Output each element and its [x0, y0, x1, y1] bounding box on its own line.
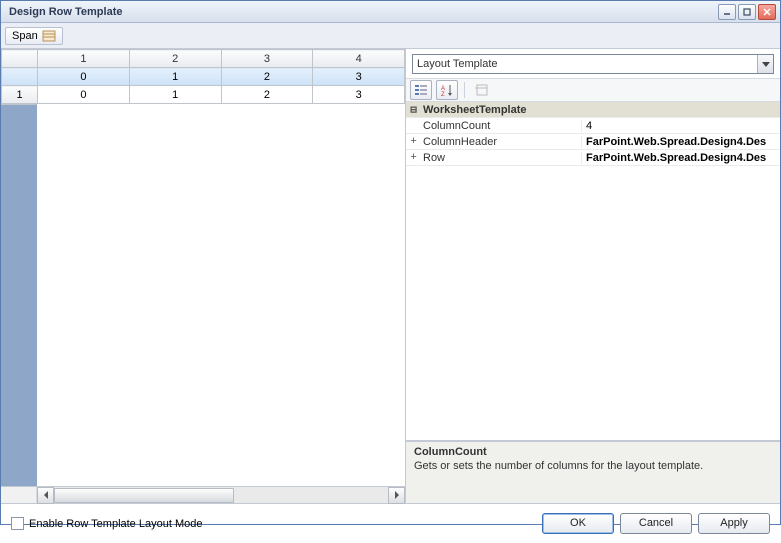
alphabetical-button[interactable]: AZ — [436, 80, 458, 100]
checkbox-box[interactable] — [11, 517, 24, 530]
horizontal-scrollbar[interactable] — [1, 486, 405, 503]
grid-cell[interactable]: 1 — [129, 86, 221, 104]
scroll-spacer — [1, 487, 37, 503]
property-name: ColumnHeader — [421, 136, 581, 148]
grid-cell[interactable]: 3 — [313, 86, 405, 104]
ok-button[interactable]: OK — [542, 513, 614, 534]
grid-sub-header[interactable]: 1 — [129, 68, 221, 86]
collapse-icon[interactable]: ⊟ — [406, 103, 421, 117]
svg-text:Z: Z — [441, 92, 445, 97]
minimize-button[interactable] — [718, 4, 736, 20]
categorized-button[interactable] — [410, 80, 432, 100]
grid-row-gutter — [1, 104, 37, 486]
template-selector[interactable]: Layout Template — [412, 54, 774, 74]
property-row[interactable]: + ColumnHeader FarPoint.Web.Spread.Desig… — [406, 134, 780, 150]
span-tool-label: Span — [12, 30, 38, 42]
main-area: 1 2 3 4 0 1 2 3 1 0 1 2 3 — [1, 49, 780, 503]
toolbar: Span — [1, 23, 780, 49]
grid-cell[interactable]: 2 — [221, 86, 313, 104]
toolbar-separator — [464, 82, 465, 98]
grid-blank-cells — [37, 104, 405, 486]
grid-col-header[interactable]: 1 — [38, 50, 130, 68]
property-name: Row — [421, 152, 581, 164]
template-selector-row: Layout Template — [406, 49, 780, 78]
property-value[interactable]: FarPoint.Web.Spread.Design4.Des — [581, 152, 780, 164]
grid-col-header[interactable]: 3 — [221, 50, 313, 68]
grid-corner[interactable] — [2, 50, 38, 68]
property-expander[interactable]: + — [406, 136, 421, 148]
maximize-icon — [742, 7, 752, 17]
bottom-bar: Enable Row Template Layout Mode OK Cance… — [1, 503, 780, 543]
grid-col-header[interactable]: 4 — [313, 50, 405, 68]
grid-empty-area — [1, 104, 405, 486]
close-icon — [762, 7, 772, 17]
chevron-down-icon — [762, 62, 770, 67]
scroll-track[interactable] — [37, 487, 405, 503]
property-pages-icon — [475, 83, 489, 97]
cancel-button[interactable]: Cancel — [620, 513, 692, 534]
grid-sub-header[interactable]: 0 — [38, 68, 130, 86]
chevron-right-icon — [394, 491, 400, 499]
design-grid[interactable]: 1 2 3 4 0 1 2 3 1 0 1 2 3 — [1, 49, 405, 104]
grid-sub-header-row: 0 1 2 3 — [2, 68, 405, 86]
grid-cell[interactable]: 0 — [38, 86, 130, 104]
grid-col-header-row: 1 2 3 4 — [2, 50, 405, 68]
property-value[interactable]: FarPoint.Web.Spread.Design4.Des — [581, 136, 780, 148]
property-pane: Layout Template AZ ⊟ WorksheetTemplate — [406, 49, 780, 503]
window-controls — [718, 4, 776, 20]
grid-row-header[interactable]: 1 — [2, 86, 38, 104]
close-button[interactable] — [758, 4, 776, 20]
titlebar: Design Row Template — [1, 1, 780, 23]
grid-col-header[interactable]: 2 — [129, 50, 221, 68]
scroll-left-button[interactable] — [37, 487, 54, 504]
property-pages-button[interactable] — [471, 80, 493, 100]
description-text: Gets or sets the number of columns for t… — [414, 460, 772, 472]
dropdown-arrow-button[interactable] — [757, 55, 773, 73]
enable-layout-mode-checkbox[interactable]: Enable Row Template Layout Mode — [11, 517, 202, 530]
scroll-thumb[interactable] — [54, 488, 234, 503]
property-name: ColumnCount — [421, 120, 581, 132]
property-row[interactable]: ColumnCount 4 — [406, 118, 780, 134]
description-title: ColumnCount — [414, 446, 772, 458]
grid-wrap: 1 2 3 4 0 1 2 3 1 0 1 2 3 — [1, 49, 405, 503]
template-selector-value: Layout Template — [413, 58, 757, 70]
property-category-name: WorksheetTemplate — [421, 104, 581, 116]
grid-data-row: 1 0 1 2 3 — [2, 86, 405, 104]
categorized-icon — [414, 83, 428, 97]
checkbox-label: Enable Row Template Layout Mode — [29, 518, 202, 530]
property-expander[interactable]: + — [406, 152, 421, 164]
alphabetical-icon: AZ — [440, 83, 454, 97]
property-category[interactable]: ⊟ WorksheetTemplate — [406, 102, 780, 118]
property-toolbar: AZ — [406, 78, 780, 102]
scroll-right-button[interactable] — [388, 487, 405, 504]
grid-pane: 1 2 3 4 0 1 2 3 1 0 1 2 3 — [1, 49, 406, 503]
property-row[interactable]: + Row FarPoint.Web.Spread.Design4.Des — [406, 150, 780, 166]
property-grid[interactable]: ⊟ WorksheetTemplate ColumnCount 4 + Colu… — [406, 102, 780, 441]
apply-button[interactable]: Apply — [698, 513, 770, 534]
maximize-button[interactable] — [738, 4, 756, 20]
window-title: Design Row Template — [9, 6, 718, 18]
span-tool[interactable]: Span — [5, 27, 63, 45]
description-panel: ColumnCount Gets or sets the number of c… — [406, 441, 780, 503]
property-value[interactable]: 4 — [581, 120, 780, 132]
span-icon — [42, 30, 56, 42]
grid-sub-header[interactable]: 2 — [221, 68, 313, 86]
chevron-left-icon — [43, 491, 49, 499]
minimize-icon — [722, 7, 732, 17]
grid-sub-corner[interactable] — [2, 68, 38, 86]
grid-sub-header[interactable]: 3 — [313, 68, 405, 86]
